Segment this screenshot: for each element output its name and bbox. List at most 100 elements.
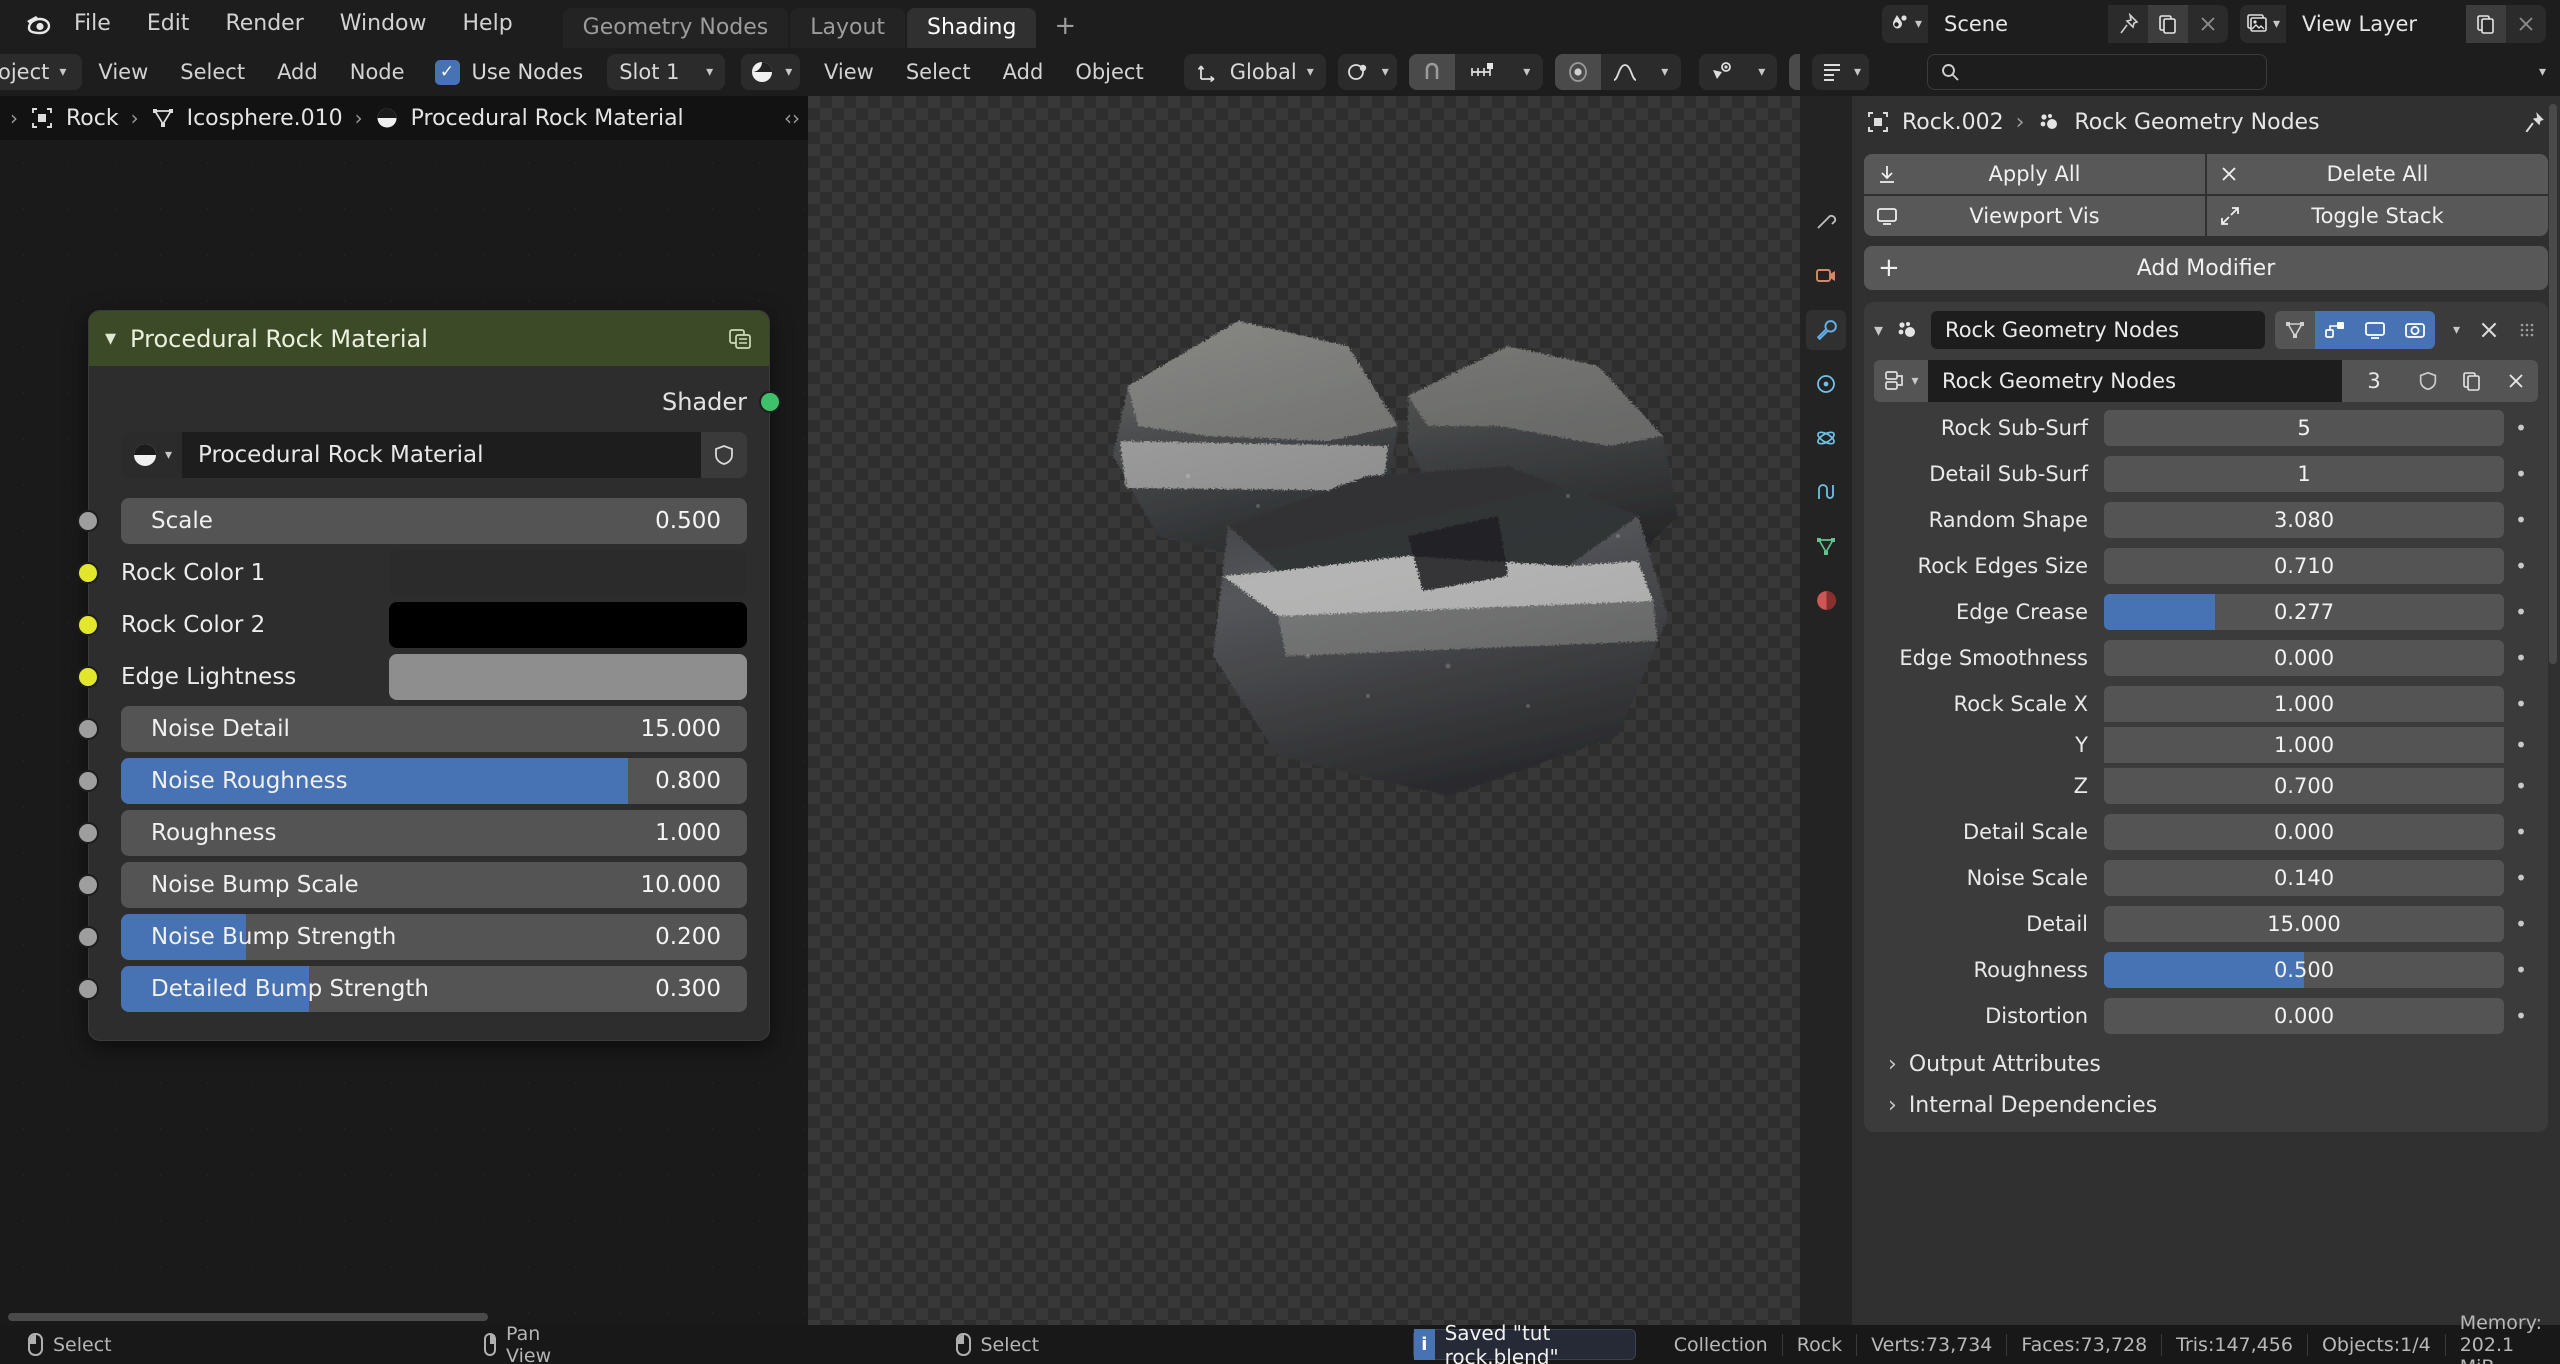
- breadcrumb-mesh-label[interactable]: Icosphere.010: [187, 106, 343, 131]
- node-menu-node[interactable]: Node: [334, 60, 421, 84]
- snap-target-icon[interactable]: [1455, 54, 1511, 90]
- properties-tab-render[interactable]: [1806, 256, 1846, 296]
- breadcrumb-object-label[interactable]: Rock: [66, 106, 119, 131]
- chevron-down-icon[interactable]: ▾: [1649, 54, 1681, 90]
- realtime-icon[interactable]: [2315, 311, 2355, 349]
- animate-decorator-icon[interactable]: •: [2504, 866, 2538, 890]
- animate-decorator-icon[interactable]: •: [2504, 1004, 2538, 1028]
- animate-decorator-icon[interactable]: •: [2504, 416, 2538, 440]
- modifier-name-field[interactable]: Rock Geometry Nodes: [1931, 311, 2265, 349]
- fake-user-shield-icon[interactable]: [2406, 360, 2450, 402]
- properties-editor-type-selector[interactable]: ▾: [1812, 54, 1869, 90]
- fake-user-shield-icon[interactable]: [701, 432, 747, 478]
- color-swatch-rock-color-2[interactable]: [389, 602, 747, 648]
- shader-output-socket[interactable]: [759, 391, 781, 413]
- pin-icon[interactable]: [2108, 5, 2148, 43]
- color-swatch-rock-color-1[interactable]: [389, 550, 747, 596]
- view-layer-name[interactable]: View Layer: [2286, 5, 2466, 43]
- view-menu-view[interactable]: View: [808, 60, 890, 84]
- apply-all-button[interactable]: Apply All: [1864, 154, 2205, 194]
- pivot-point-selector[interactable]: ▾: [1338, 54, 1397, 90]
- breadcrumb-material-label[interactable]: Procedural Rock Material: [411, 106, 684, 131]
- close-icon[interactable]: [2506, 5, 2546, 43]
- browse-nodegroup-icon[interactable]: ▾: [1874, 360, 1928, 402]
- animate-decorator-icon[interactable]: •: [2504, 733, 2538, 757]
- close-icon[interactable]: [2188, 5, 2228, 43]
- param-field-edge-smoothness[interactable]: 0.000: [2104, 640, 2504, 676]
- edit-mode-icon[interactable]: [2275, 311, 2315, 349]
- chevron-down-icon[interactable]: ▾: [1511, 54, 1543, 90]
- scene-datablock[interactable]: ▾ Scene: [1882, 5, 2228, 43]
- unlink-close-x-icon[interactable]: [2494, 360, 2538, 402]
- menu-help[interactable]: Help: [445, 0, 531, 48]
- param-field-detail-sub-surf[interactable]: 1: [2104, 456, 2504, 492]
- input-slider-roughness[interactable]: Roughness 1.000: [121, 810, 747, 856]
- input-socket[interactable]: [77, 562, 99, 584]
- toggle-stack-button[interactable]: Toggle Stack: [2207, 196, 2548, 236]
- input-socket[interactable]: [77, 614, 99, 636]
- view-menu-add[interactable]: Add: [987, 60, 1060, 84]
- properties-breadcrumb-modifier[interactable]: Rock Geometry Nodes: [2074, 110, 2319, 135]
- blender-logo-icon[interactable]: [22, 7, 56, 41]
- param-field-rock-edges-size[interactable]: 0.710: [2104, 548, 2504, 584]
- workspace-tab-geometry-nodes[interactable]: Geometry Nodes: [563, 8, 789, 48]
- proportional-edit-icon[interactable]: [1555, 54, 1601, 90]
- properties-tab-constraints[interactable]: [1806, 472, 1846, 512]
- animate-decorator-icon[interactable]: •: [2504, 958, 2538, 982]
- param-field-detail[interactable]: 15.000: [2104, 906, 2504, 942]
- shader-type-selector[interactable]: ▾: [741, 54, 800, 90]
- param-field-rock-sub-surf[interactable]: 5: [2104, 410, 2504, 446]
- input-socket[interactable]: [77, 770, 99, 792]
- animate-decorator-icon[interactable]: •: [2504, 600, 2538, 624]
- param-field-rock-scale-y[interactable]: 1.000: [2104, 727, 2504, 763]
- viewport-icon[interactable]: [2355, 311, 2395, 349]
- input-socket[interactable]: [77, 510, 99, 532]
- input-slider-noise-bump-strength[interactable]: Noise Bump Strength 0.200: [121, 914, 747, 960]
- chevron-down-icon[interactable]: ▾: [105, 326, 116, 351]
- param-field-roughness[interactable]: 0.500: [2104, 952, 2504, 988]
- checkbox-checked-icon[interactable]: ✓: [435, 60, 460, 85]
- color-swatch-edge-lightness[interactable]: [389, 654, 747, 700]
- properties-tab-object-data[interactable]: [1806, 526, 1846, 566]
- param-field-rock-scale-z[interactable]: 0.700: [2104, 768, 2504, 804]
- menu-render[interactable]: Render: [207, 0, 321, 48]
- param-field-rock-scale-x[interactable]: 1.000: [2104, 686, 2504, 722]
- sidebar-toggle-icon[interactable]: ‹›: [784, 106, 800, 130]
- node-menu-view[interactable]: View: [82, 60, 164, 84]
- menu-file[interactable]: File: [56, 0, 129, 48]
- param-field-noise-scale[interactable]: 0.140: [2104, 860, 2504, 896]
- input-socket[interactable]: [77, 874, 99, 896]
- status-report[interactable]: i Saved "tut rock.blend": [1413, 1329, 1636, 1360]
- param-field-random-shape[interactable]: 3.080: [2104, 502, 2504, 538]
- transform-orientation-selector[interactable]: Global ▾: [1184, 54, 1326, 90]
- shader-node-canvas[interactable]: ▾ Procedural Rock Material Shader: [0, 140, 808, 1325]
- view-layer-icon[interactable]: ▾: [2240, 5, 2286, 43]
- properties-tab-modifiers[interactable]: [1806, 310, 1846, 350]
- properties-tab-tool[interactable]: [1806, 202, 1846, 242]
- param-field-edge-crease[interactable]: 0.277: [2104, 594, 2504, 630]
- copy-icon[interactable]: [2148, 5, 2188, 43]
- input-socket[interactable]: [77, 978, 99, 1000]
- chevron-down-icon[interactable]: ▾: [2539, 64, 2546, 80]
- node-options-icon[interactable]: [727, 327, 753, 351]
- material-name-field[interactable]: Procedural Rock Material: [182, 432, 701, 478]
- modifier-close-x-icon[interactable]: [2478, 319, 2500, 341]
- input-socket[interactable]: [77, 822, 99, 844]
- input-socket[interactable]: [77, 926, 99, 948]
- drag-dots-icon[interactable]: [2510, 319, 2538, 341]
- node-canvas-hscrollbar[interactable]: [8, 1313, 488, 1321]
- menu-window[interactable]: Window: [322, 0, 445, 48]
- animate-decorator-icon[interactable]: •: [2504, 646, 2538, 670]
- input-slider-noise-roughness[interactable]: Noise Roughness 0.800: [121, 758, 747, 804]
- input-socket[interactable]: [77, 718, 99, 740]
- add-modifier-button[interactable]: + Add Modifier: [1864, 246, 2548, 290]
- node-header[interactable]: ▾ Procedural Rock Material: [89, 311, 769, 366]
- properties-vscrollbar[interactable]: [2549, 104, 2557, 664]
- chevron-down-icon[interactable]: ▾: [1747, 54, 1777, 90]
- material-browse-button[interactable]: ▾: [121, 432, 182, 478]
- animate-decorator-icon[interactable]: •: [2504, 508, 2538, 532]
- 3d-viewport[interactable]: [808, 96, 1800, 1325]
- animate-decorator-icon[interactable]: •: [2504, 462, 2538, 486]
- animate-decorator-icon[interactable]: •: [2504, 912, 2538, 936]
- workspace-tab-layout[interactable]: Layout: [790, 8, 905, 48]
